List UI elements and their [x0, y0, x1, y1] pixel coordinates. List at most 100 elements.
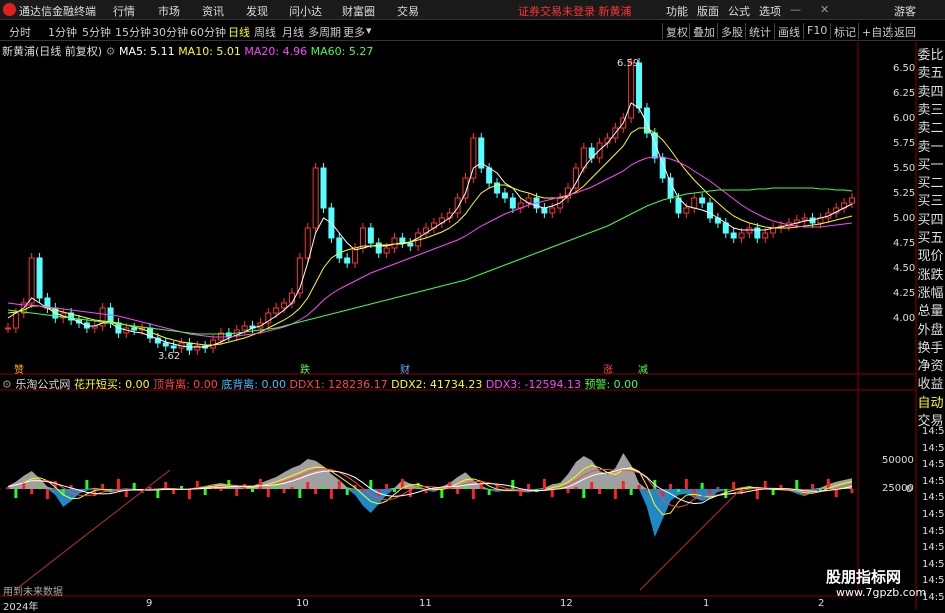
signal-bar: [684, 479, 688, 489]
x-tick: 10: [296, 598, 309, 609]
signal-bar: [329, 489, 333, 499]
signal-bar: [850, 489, 854, 493]
signal-bar: [180, 486, 184, 489]
signal-bar: [511, 480, 515, 489]
signal-bar: [187, 489, 191, 499]
x-tick: 12: [560, 598, 573, 609]
quote-label[interactable]: 卖一: [916, 136, 945, 155]
quote-label[interactable]: 买三: [916, 190, 945, 209]
signal-bar: [487, 489, 491, 495]
quote-label[interactable]: 买四: [916, 209, 945, 228]
candle-body: [312, 167, 319, 229]
quote-label[interactable]: 卖五: [916, 62, 945, 81]
chart-canvas[interactable]: [0, 0, 945, 609]
y-tick: 6.25: [893, 88, 916, 99]
tick-time: 14:56: [922, 426, 945, 437]
candle-body: [762, 232, 769, 239]
quote-label[interactable]: 买一: [916, 154, 945, 173]
quote-label[interactable]: 现价: [916, 245, 945, 264]
signal-bar: [416, 483, 420, 489]
signal-bar: [14, 489, 18, 498]
ind-value: 顶背离: 0.00: [153, 378, 218, 391]
signal-bar: [148, 487, 152, 489]
signal-bar: [306, 482, 310, 489]
quote-label[interactable]: 买五: [916, 227, 945, 246]
tick-time: 14:56: [922, 442, 945, 454]
signal-bar: [195, 481, 199, 489]
tick-time: 14:56: [922, 459, 945, 471]
quote-label[interactable]: 卖三: [916, 99, 945, 118]
signal-bar: [219, 489, 223, 491]
signal-bar: [692, 489, 696, 497]
signal-flag: 财: [400, 365, 410, 376]
quote-label[interactable]: 收益: [916, 373, 945, 392]
candle-body: [849, 197, 855, 204]
candle-body: [5, 327, 11, 330]
candle-body: [549, 207, 556, 214]
ind-y-tick: 50000: [882, 455, 914, 466]
signal-bar: [811, 484, 815, 489]
candle-body: [699, 197, 706, 204]
signal-bar: [582, 489, 586, 498]
signal-bar: [605, 486, 609, 489]
quote-label[interactable]: 换手: [916, 337, 945, 356]
candle-body: [304, 227, 311, 259]
candle-body: [336, 237, 343, 259]
candle-body: [691, 197, 698, 209]
tick-time: 14:56: [922, 525, 945, 537]
signal-bar: [574, 487, 578, 489]
quote-label[interactable]: 自动: [916, 392, 945, 411]
y-tick: 4.25: [893, 288, 916, 299]
signal-bar: [393, 489, 397, 492]
settings-icon[interactable]: ⚙: [2, 378, 12, 391]
x-tick: 2: [818, 598, 825, 609]
tick-time: 14:56: [922, 542, 945, 554]
y-tick: 5.50: [893, 163, 916, 174]
candle-body: [636, 62, 643, 109]
y-tick: 4.75: [893, 238, 916, 249]
x-tick: 9: [146, 598, 153, 609]
signal-bar: [266, 489, 270, 497]
signal-bar: [708, 489, 712, 493]
y-tick: 6.50: [893, 63, 916, 74]
candle-body: [170, 345, 177, 349]
signal-bar: [6, 487, 10, 489]
ind-value: 预警: 0.00: [584, 378, 639, 391]
tick-time: 14:56: [922, 558, 945, 570]
quote-label[interactable]: 外盘: [916, 319, 945, 338]
x-tick: 1: [703, 598, 710, 609]
candle-body: [36, 257, 43, 299]
y-tick: 6.00: [893, 113, 916, 124]
signal-bar: [834, 489, 838, 497]
ma20-line: [7, 156, 853, 338]
signal-bar: [795, 480, 799, 489]
quote-label[interactable]: 买二: [916, 172, 945, 191]
signal-bar: [629, 489, 633, 495]
y-tick: 5.00: [893, 213, 916, 224]
quote-label[interactable]: 净资: [916, 355, 945, 374]
signal-bar: [613, 489, 617, 499]
y-tick: 4.50: [893, 263, 916, 274]
quote-label[interactable]: 卖二: [916, 117, 945, 136]
quote-label[interactable]: 卖四: [916, 81, 945, 100]
candle-body: [383, 247, 390, 254]
signal-bar: [669, 484, 673, 489]
signal-bar: [771, 489, 775, 495]
quote-label[interactable]: 涨跌: [916, 264, 945, 283]
quote-label[interactable]: 涨幅: [916, 282, 945, 301]
signal-bar: [314, 489, 318, 494]
signal-bar: [621, 481, 625, 489]
candle-body: [509, 197, 516, 209]
indicator-name[interactable]: 乐淘公式网: [15, 378, 70, 391]
candle-body: [391, 237, 398, 249]
candle-body: [541, 207, 548, 214]
quote-label[interactable]: 总量: [916, 300, 945, 319]
signal-bar: [116, 479, 120, 489]
candle-body: [288, 292, 295, 304]
candle-body: [359, 227, 366, 249]
quote-label[interactable]: 委比: [916, 44, 945, 63]
candle-body: [273, 307, 280, 314]
ind-value: DDX3: -12594.13: [485, 378, 581, 391]
low-label: 3.62: [158, 351, 181, 362]
candle-body: [651, 132, 658, 159]
